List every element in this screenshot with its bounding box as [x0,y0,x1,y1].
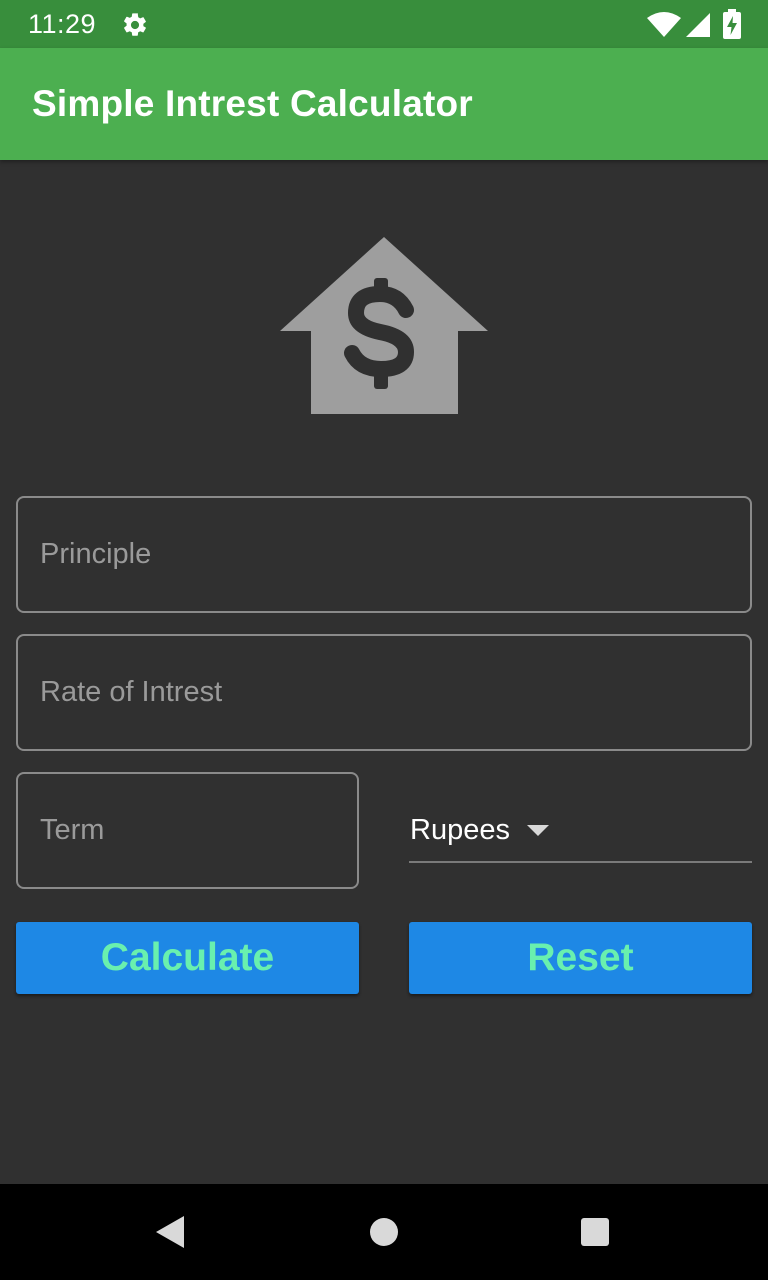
term-field[interactable] [16,772,359,889]
status-bar: 11:29 [0,0,768,48]
principle-input[interactable] [40,498,728,611]
currency-selected: Rupees [410,814,510,846]
reset-button[interactable]: Reset [409,922,752,994]
status-time: 11:29 [28,9,97,39]
calculate-button[interactable]: Calculate [16,922,359,994]
principle-field[interactable] [16,496,752,613]
app-title: Simple Intrest Calculator [32,83,473,124]
cell-signal-icon [686,13,710,37]
battery-charging-icon [723,9,741,39]
app-bar: Simple Intrest Calculator [0,48,768,160]
currency-dropdown[interactable]: Rupees [409,800,752,863]
dropdown-arrow-icon [527,825,549,836]
wifi-icon [647,12,681,37]
home-icon[interactable] [369,1217,399,1247]
recent-apps-icon[interactable] [580,1217,610,1247]
rate-input[interactable] [40,636,728,749]
house-dollar-icon [280,237,488,414]
rate-field[interactable] [16,634,752,751]
back-icon[interactable] [154,1214,186,1250]
term-input[interactable] [40,774,335,887]
gear-icon [124,13,146,36]
